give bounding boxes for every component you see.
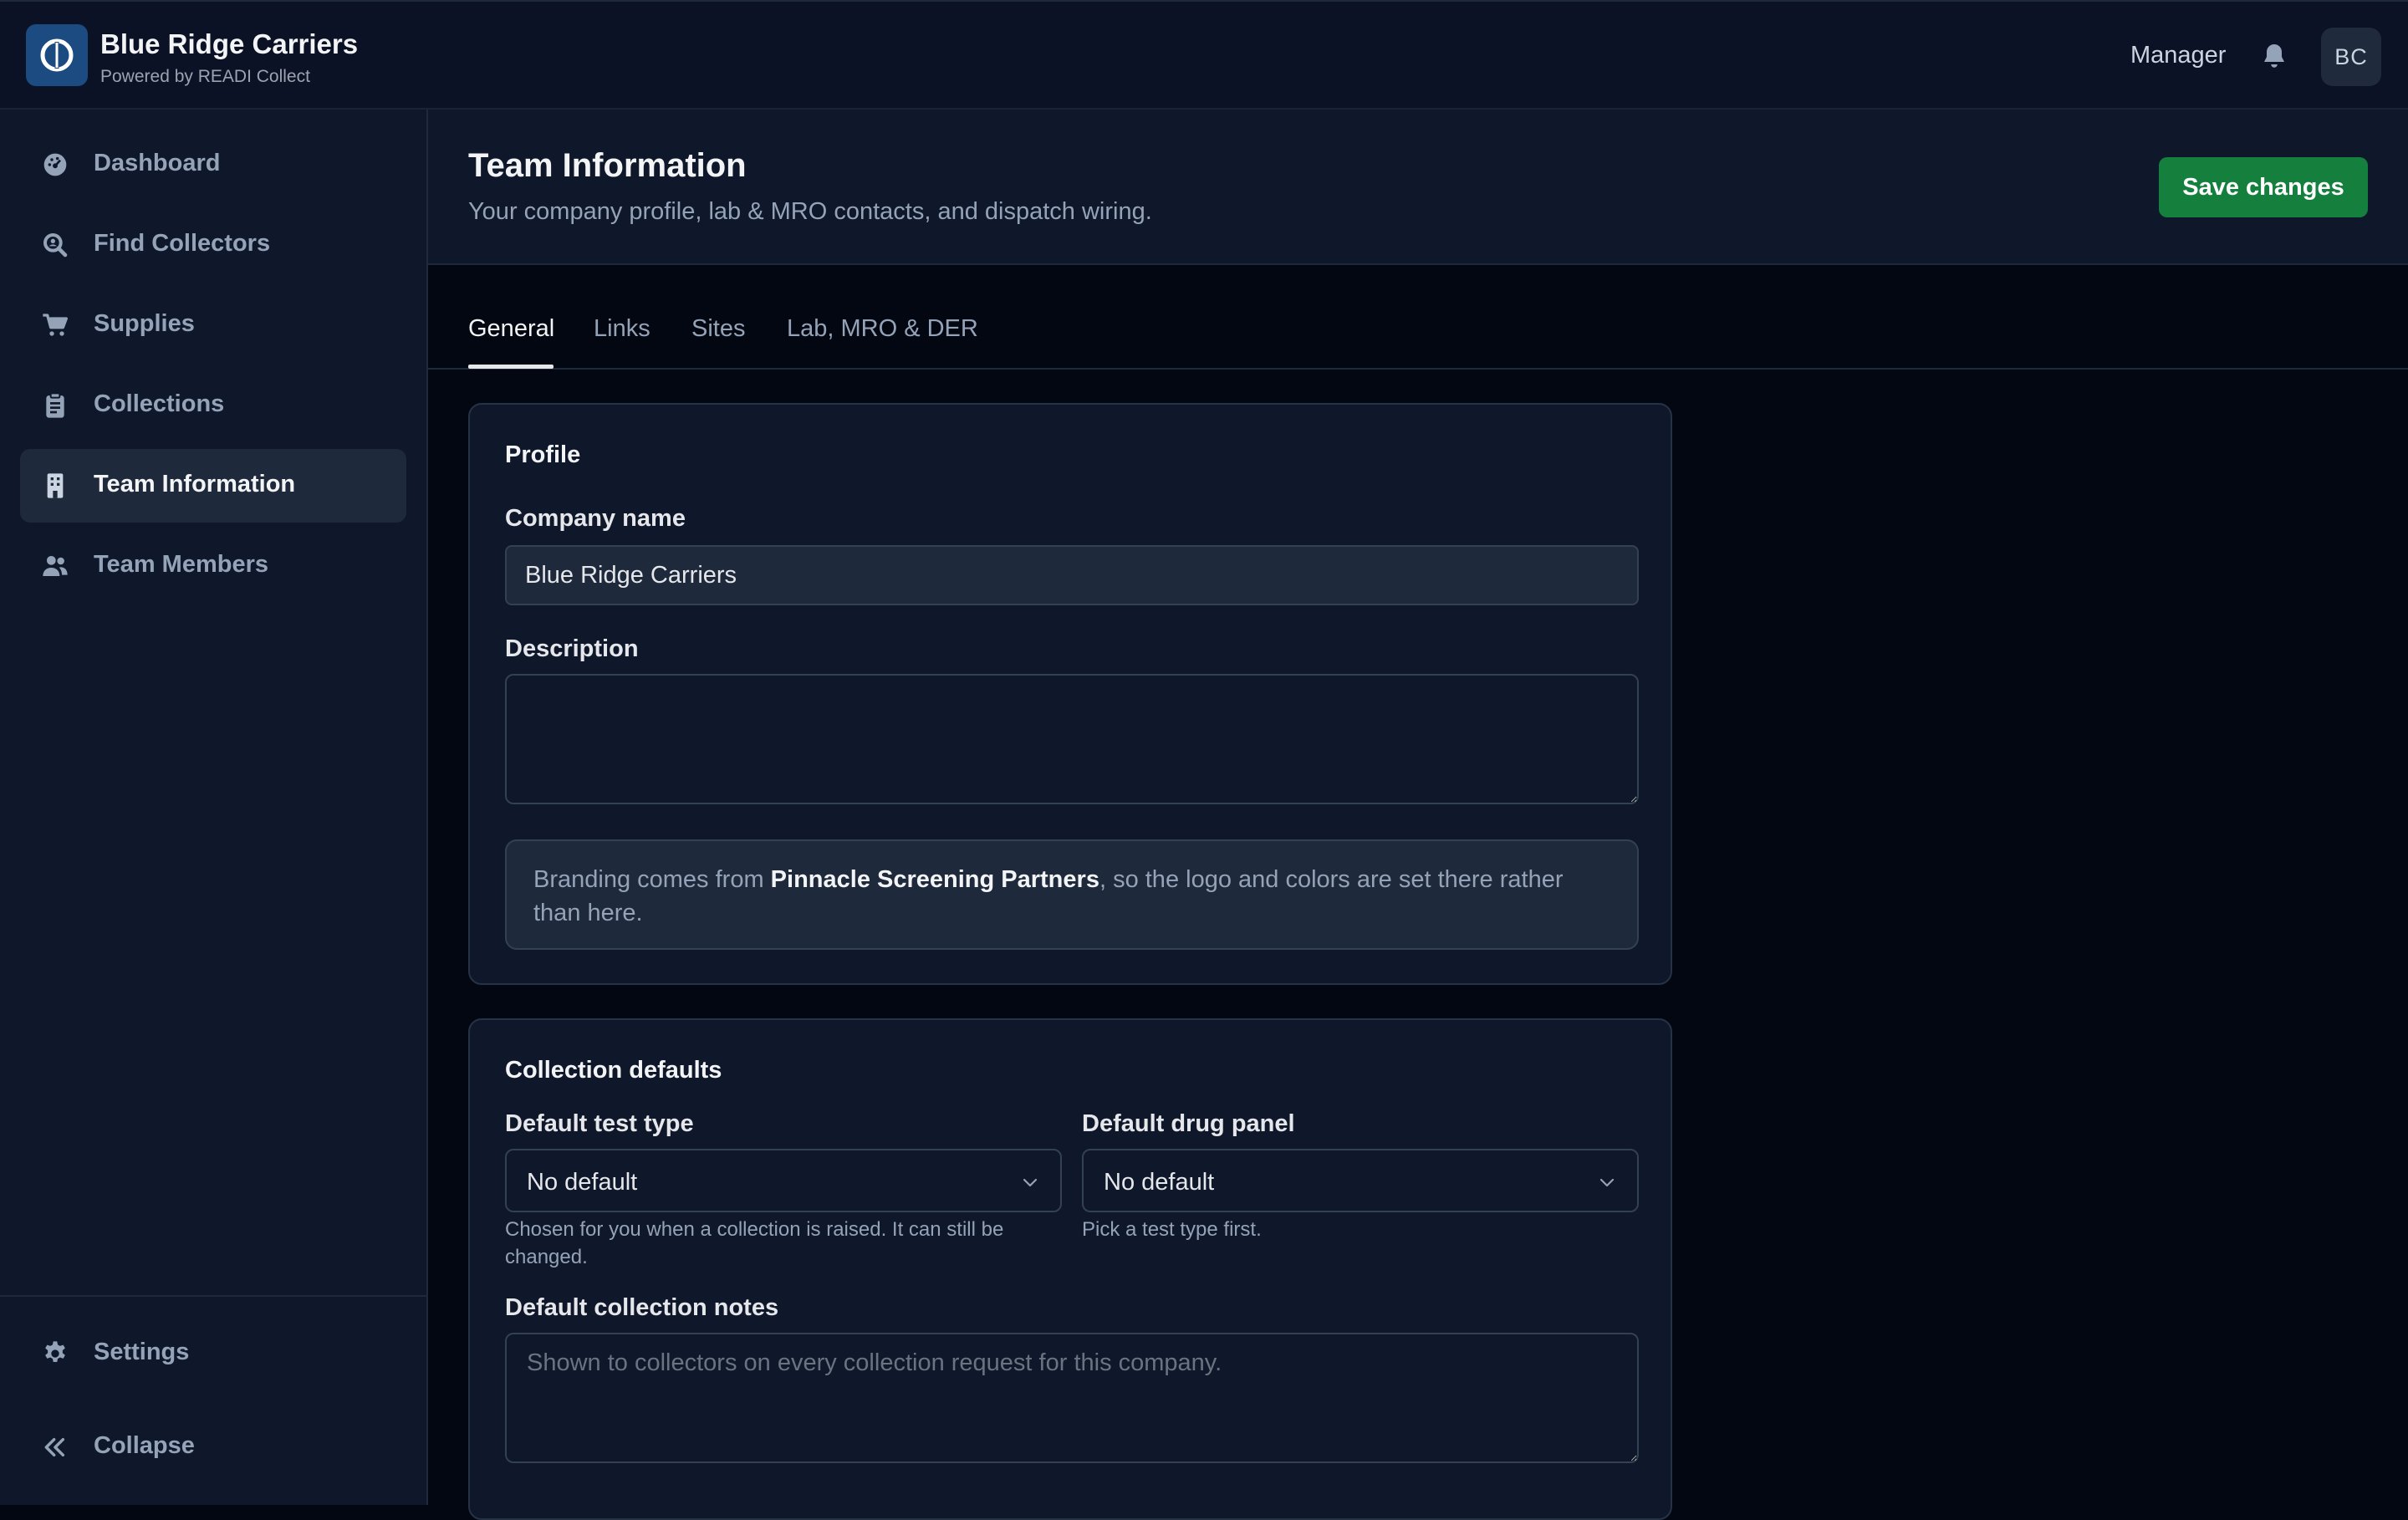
default-test-type-help: Chosen for you when a collection is rais… xyxy=(505,1218,1004,1268)
sidebar-collapse-button[interactable]: Collapse xyxy=(20,1410,406,1484)
cart-icon xyxy=(43,314,68,336)
chevron-down-icon xyxy=(1023,1178,1038,1187)
top-bar: Blue Ridge Carriers Powered by READI Col… xyxy=(0,0,2408,110)
description-textarea[interactable] xyxy=(505,674,1639,804)
page-title: Team Information xyxy=(468,147,747,184)
tab-lab-mro-der[interactable]: Lab, MRO & DER xyxy=(787,315,978,343)
building-icon xyxy=(47,473,64,498)
profile-card-title: Profile xyxy=(505,441,581,468)
default-test-type-value: No default xyxy=(527,1169,638,1196)
default-drug-panel-value: No default xyxy=(1104,1169,1215,1196)
avatar[interactable]: BC xyxy=(2321,28,2381,86)
search-icon xyxy=(43,233,68,258)
company-name-label: Company name xyxy=(505,505,686,532)
branding-note: Branding comes from Pinnacle Screening P… xyxy=(505,839,1639,950)
collection-defaults-card: Collection defaults Default test type No… xyxy=(468,1018,1672,1520)
save-changes-button[interactable]: Save changes xyxy=(2159,157,2368,217)
company-name-input[interactable] xyxy=(505,545,1639,605)
sidebar-item-collections[interactable]: Collections xyxy=(20,369,406,442)
gauge-icon xyxy=(43,153,67,176)
sidebar-item-team-information[interactable]: Team Information xyxy=(20,449,406,523)
sidebar-item-label: Collapse xyxy=(94,1432,195,1459)
sidebar-item-team-members[interactable]: Team Members xyxy=(20,529,406,603)
default-test-type-select[interactable]: No default xyxy=(505,1149,1062,1212)
logo-icon xyxy=(40,38,74,72)
users-icon xyxy=(43,556,68,576)
branding-note-prefix: Branding comes from xyxy=(533,866,771,893)
tab-links[interactable]: Links xyxy=(594,315,650,343)
clipboard-icon xyxy=(46,392,64,418)
default-notes-label: Default collection notes xyxy=(505,1294,779,1321)
role-label[interactable]: Manager xyxy=(2130,42,2226,69)
sidebar-item-label: Find Collectors xyxy=(94,230,271,257)
sidebar-item-label: Settings xyxy=(94,1339,190,1365)
page-header: Team Information Your company profile, l… xyxy=(428,110,2408,265)
default-drug-panel-help: Pick a test type first. xyxy=(1082,1218,1262,1241)
collection-defaults-title: Collection defaults xyxy=(505,1057,722,1084)
branding-org-name: Pinnacle Screening Partners xyxy=(770,866,1099,893)
tab-bar: General Links Sites Lab, MRO & DER xyxy=(428,265,2408,370)
description-label: Description xyxy=(505,635,639,662)
chevron-down-icon xyxy=(1599,1178,1615,1187)
sidebar-item-label: Dashboard xyxy=(94,150,221,176)
tab-general[interactable]: General xyxy=(468,315,554,343)
sidebar-item-find-collectors[interactable]: Find Collectors xyxy=(20,208,406,282)
bell-icon[interactable] xyxy=(2259,41,2289,73)
active-tab-indicator xyxy=(468,365,554,369)
gear-icon xyxy=(45,1341,65,1362)
sidebar-item-label: Collections xyxy=(94,390,225,417)
app-name: Blue Ridge Carriers xyxy=(100,28,359,59)
sidebar-item-label: Supplies xyxy=(94,310,195,337)
default-drug-panel-label: Default drug panel xyxy=(1082,1110,1295,1137)
sidebar-divider xyxy=(0,1295,426,1297)
default-notes-textarea[interactable] xyxy=(505,1333,1639,1463)
sidebar-item-label: Team Information xyxy=(94,471,296,497)
profile-card: Profile Company name Description Brandin… xyxy=(468,403,1672,985)
tab-sites[interactable]: Sites xyxy=(691,315,745,343)
sidebar-item-settings[interactable]: Settings xyxy=(20,1317,406,1390)
sidebar-item-dashboard[interactable]: Dashboard xyxy=(20,128,406,201)
page-subtitle: Your company profile, lab & MRO contacts… xyxy=(468,198,1152,225)
sidebar-item-label: Team Members xyxy=(94,551,268,578)
brand-logo[interactable] xyxy=(26,24,88,86)
app-subtitle: Powered by READI Collect xyxy=(100,67,310,86)
sidebar-item-supplies[interactable]: Supplies xyxy=(20,288,406,362)
default-test-type-label: Default test type xyxy=(505,1110,694,1137)
chevrons-left-icon xyxy=(44,1437,65,1457)
sidebar: Dashboard Find Collectors Supplies Colle… xyxy=(0,110,428,1505)
default-drug-panel-select[interactable]: No default xyxy=(1082,1149,1639,1212)
